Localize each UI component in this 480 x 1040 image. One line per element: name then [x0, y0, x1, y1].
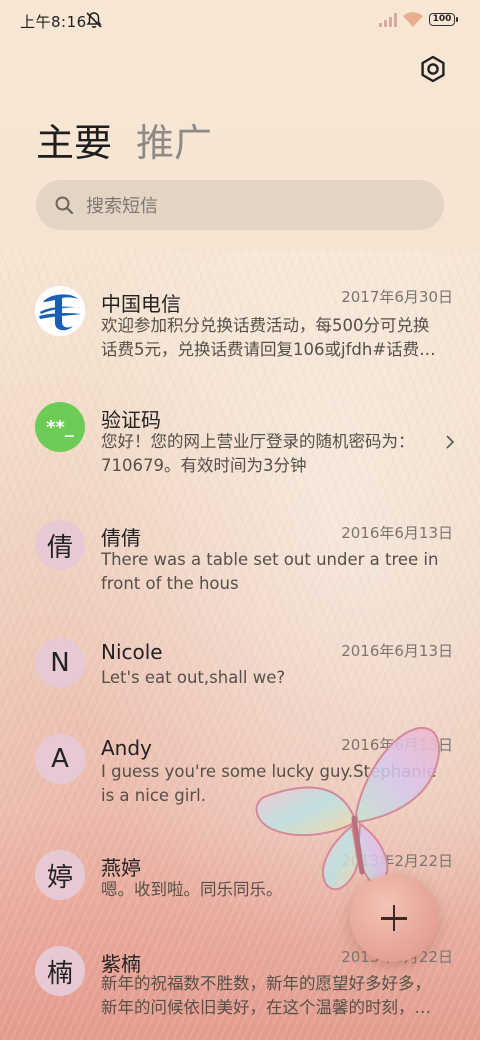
preview-line: 欢迎参加积分兑换话费活动，每500分可兑换: [101, 316, 430, 335]
preview-line: There was a table set out under a tree i…: [101, 550, 439, 569]
avatar: 楠: [35, 946, 85, 996]
contact-name: 验证码: [101, 408, 161, 432]
contact-name: 倩倩: [101, 526, 141, 550]
conversation-row-andy[interactable]: A Andy 2016年6月13日 I guess you're some lu…: [0, 724, 480, 824]
message-preview: There was a table set out under a tree i…: [101, 548, 451, 596]
conversation-row-nicole[interactable]: N Nicole 2016年6月13日 Let's eat out,shall …: [0, 628, 480, 708]
message-preview: 新年的祝福数不胜数，新年的愿望好多好多， 新年的问候依旧美好，在这个温馨的时刻，…: [101, 972, 451, 1020]
conversation-row-china-telecom[interactable]: 中国电信 2017年6月30日 欢迎参加积分兑换话费活动，每500分可兑换 话费…: [0, 270, 480, 370]
message-date: 2016年6月13日: [341, 524, 453, 542]
avatar: **_: [35, 402, 85, 452]
wifi-icon: [403, 12, 423, 27]
avatar: 婷: [35, 850, 85, 900]
avatar: N: [35, 638, 85, 688]
search-bar[interactable]: [36, 180, 444, 232]
message-preview: 您好！您的网上营业厅登录的随机密码为： 710679。有效时间为3分钟: [101, 430, 451, 478]
message-preview: I guess you're some lucky guy.Stephanie …: [101, 760, 451, 808]
contact-name: 燕婷: [101, 856, 141, 880]
plus-icon-stroke: [392, 905, 396, 931]
preview-line: 您好！您的网上营业厅登录的随机密码为：: [101, 432, 415, 451]
message-preview: 欢迎参加积分兑换话费活动，每500分可兑换 话费5元，兑换话费请回复106或jf…: [101, 314, 451, 362]
avatar: 倩: [35, 520, 85, 570]
preview-line: I guess you're some lucky guy.Stephanie: [101, 762, 437, 781]
message-date: 2016年6月13日: [341, 736, 453, 754]
message-date: 2013年2月22日: [341, 852, 453, 870]
avatar: [35, 286, 85, 336]
message-preview: Let's eat out,shall we?: [101, 666, 451, 690]
status-bar: 上午8:16 100: [0, 0, 480, 40]
message-date: 2017年6月30日: [341, 288, 453, 306]
tab-promotions[interactable]: 推广: [136, 112, 212, 167]
preview-line: 新年的问候依旧美好，在这个温馨的时刻，…: [101, 998, 431, 1017]
search-input[interactable]: [84, 180, 428, 232]
message-date: 2016年6月13日: [341, 642, 453, 660]
preview-line: Let's eat out,shall we?: [101, 668, 286, 687]
search-icon: [55, 196, 74, 215]
conversation-row-verification-code[interactable]: **_ 验证码 您好！您的网上营业厅登录的随机密码为： 710679。有效时间为…: [0, 390, 480, 490]
contact-name: 中国电信: [101, 292, 181, 316]
signal-icon: [379, 13, 397, 27]
preview-line: front of the hous: [101, 574, 239, 593]
tab-main[interactable]: 主要: [36, 112, 112, 167]
contact-name: Nicole: [101, 640, 163, 664]
chevron-right-icon[interactable]: [444, 434, 456, 450]
settings-gear-icon[interactable]: [418, 54, 448, 84]
preview-line: 话费5元，兑换话费请回复106或jfdh#话费…: [101, 340, 436, 359]
contact-name: Andy: [101, 736, 152, 760]
mute-notification-icon: [86, 12, 102, 28]
conversation-row-qianqian[interactable]: 倩 倩倩 2016年6月13日 There was a table set ou…: [0, 510, 480, 610]
china-telecom-logo-icon: [35, 286, 85, 336]
new-message-button[interactable]: [350, 874, 438, 962]
preview-line: 710679。有效时间为3分钟: [101, 456, 307, 475]
preview-line: 新年的祝福数不胜数，新年的愿望好多好多，: [101, 974, 431, 993]
status-time: 上午8:16: [20, 13, 87, 31]
battery-icon: 100: [429, 13, 458, 26]
avatar: A: [35, 734, 85, 784]
preview-line: is a nice girl.: [101, 786, 206, 805]
